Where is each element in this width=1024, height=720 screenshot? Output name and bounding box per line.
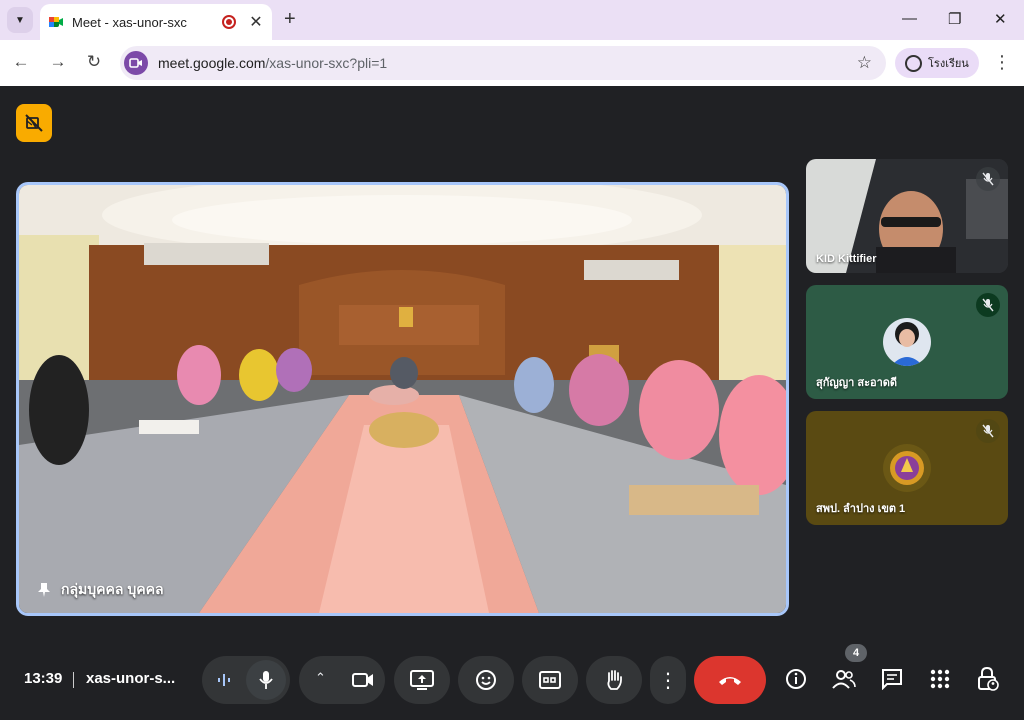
raise-hand-icon	[607, 670, 622, 690]
url-path: /xas-unor-sxc?pli=1	[265, 55, 388, 71]
meeting-toolbar: 13:39 xas-unor-s... ⌃ ⋮ 4	[0, 644, 1024, 710]
mic-off-icon	[976, 167, 1000, 191]
present-screen-button[interactable]	[394, 656, 450, 704]
participant-tile-2[interactable]: สุกัญญา สะอาดดี	[806, 285, 1008, 399]
emoji-icon	[476, 670, 496, 690]
participant-name-2: สุกัญญา สะอาดดี	[816, 377, 898, 389]
address-bar[interactable]: meet.google.com/xas-unor-sxc?pli=1 ☆	[120, 46, 886, 80]
people-button[interactable]	[831, 666, 857, 692]
hang-up-icon	[719, 677, 741, 685]
camera-off-warning-icon[interactable]	[16, 104, 52, 142]
profile-button[interactable]: โรงเรียน	[895, 48, 979, 78]
participant-tile-1[interactable]: KID Kittifier	[806, 159, 1008, 273]
browser-menu-icon[interactable]: ⋮	[993, 52, 1011, 73]
meeting-code[interactable]: xas-unor-s...	[86, 670, 175, 687]
google-meet-favicon-icon	[49, 17, 63, 27]
microphone-icon	[259, 671, 273, 689]
clock-time: 13:39	[24, 670, 63, 687]
leave-call-button[interactable]	[694, 656, 766, 704]
audio-control-group	[202, 656, 290, 704]
raise-hand-button[interactable]	[586, 656, 642, 704]
profile-label: โรงเรียน	[928, 58, 969, 70]
people-icon	[832, 670, 856, 689]
reload-icon[interactable]: ↻	[83, 52, 105, 72]
toolbar-divider	[73, 672, 74, 688]
site-info-icon[interactable]	[124, 51, 148, 75]
url-text: meet.google.com/xas-unor-sxc?pli=1	[158, 55, 857, 71]
participant-avatar-2	[883, 318, 931, 366]
apps-grid-icon	[930, 669, 950, 689]
browser-toolbar: ← → ↻ meet.google.com/xas-unor-sxc?pli=1…	[0, 40, 1024, 86]
restore-window-icon[interactable]: ❐	[948, 10, 961, 28]
participant-name-1: KID Kittifier	[816, 253, 877, 265]
back-arrow-icon[interactable]: ←	[10, 52, 32, 72]
lock-person-icon	[978, 667, 999, 691]
close-window-icon[interactable]: ✕	[994, 10, 1007, 28]
main-participant-label: กลุ่มบุคคล บุคคล	[37, 579, 164, 601]
camera-control-group: ⌃	[299, 656, 385, 704]
chat-button[interactable]	[879, 666, 905, 692]
profile-avatar-icon	[905, 54, 922, 72]
participant-tile-3[interactable]: สพป. ลำปาง เขต 1	[806, 411, 1008, 525]
bookmark-star-icon[interactable]: ☆	[857, 53, 872, 73]
tab-close-icon[interactable]: ✕	[248, 12, 264, 32]
video-camera-icon	[352, 673, 373, 687]
closed-captions-icon	[539, 671, 561, 689]
browser-tab-meet[interactable]: Meet - xas-unor-sxc ✕	[40, 4, 272, 40]
main-video-tile[interactable]: กลุ่มบุคคล บุคคล	[16, 182, 789, 616]
host-controls-button[interactable]	[975, 666, 1001, 692]
audio-level-icon[interactable]	[216, 672, 232, 693]
url-host: meet.google.com	[158, 55, 266, 71]
pin-icon	[38, 583, 50, 597]
reactions-button[interactable]	[458, 656, 514, 704]
video-off-icon	[25, 114, 43, 132]
main-participant-name: กลุ่มบุคคล บุคคล	[61, 581, 164, 597]
present-screen-icon	[410, 670, 434, 690]
video-camera-icon	[129, 58, 142, 68]
microphone-button[interactable]	[246, 660, 286, 700]
minimize-window-icon[interactable]: —	[902, 10, 917, 27]
recording-icon	[222, 15, 236, 29]
meeting-room-video	[19, 185, 786, 613]
participant-count-badge: 4	[845, 644, 867, 662]
mic-off-icon	[976, 419, 1000, 443]
browser-tab-bar: ▼ Meet - xas-unor-sxc ✕ + — ❐ ✕	[0, 0, 1024, 40]
info-icon	[786, 669, 806, 689]
camera-button[interactable]	[343, 660, 383, 700]
chat-icon	[882, 669, 902, 690]
meeting-details-button[interactable]	[783, 666, 809, 692]
forward-arrow-icon[interactable]: →	[47, 52, 69, 72]
activities-button[interactable]	[927, 666, 953, 692]
more-options-button[interactable]: ⋮	[650, 656, 686, 704]
tab-title: Meet - xas-unor-sxc	[72, 14, 187, 30]
meet-stage: กลุ่มบุคคล บุคคล KID Kittifier สุกัญญา ส…	[0, 86, 1024, 720]
captions-button[interactable]	[522, 656, 578, 704]
camera-options-chevron-icon[interactable]: ⌃	[315, 670, 326, 686]
new-tab-button[interactable]: +	[284, 8, 296, 31]
participant-avatar-3	[883, 444, 931, 492]
tab-search-chevron-icon[interactable]: ▼	[7, 7, 33, 33]
mic-off-icon	[976, 293, 1000, 317]
participant-name-3: สพป. ลำปาง เขต 1	[816, 503, 906, 515]
more-vertical-icon: ⋮	[658, 669, 678, 692]
